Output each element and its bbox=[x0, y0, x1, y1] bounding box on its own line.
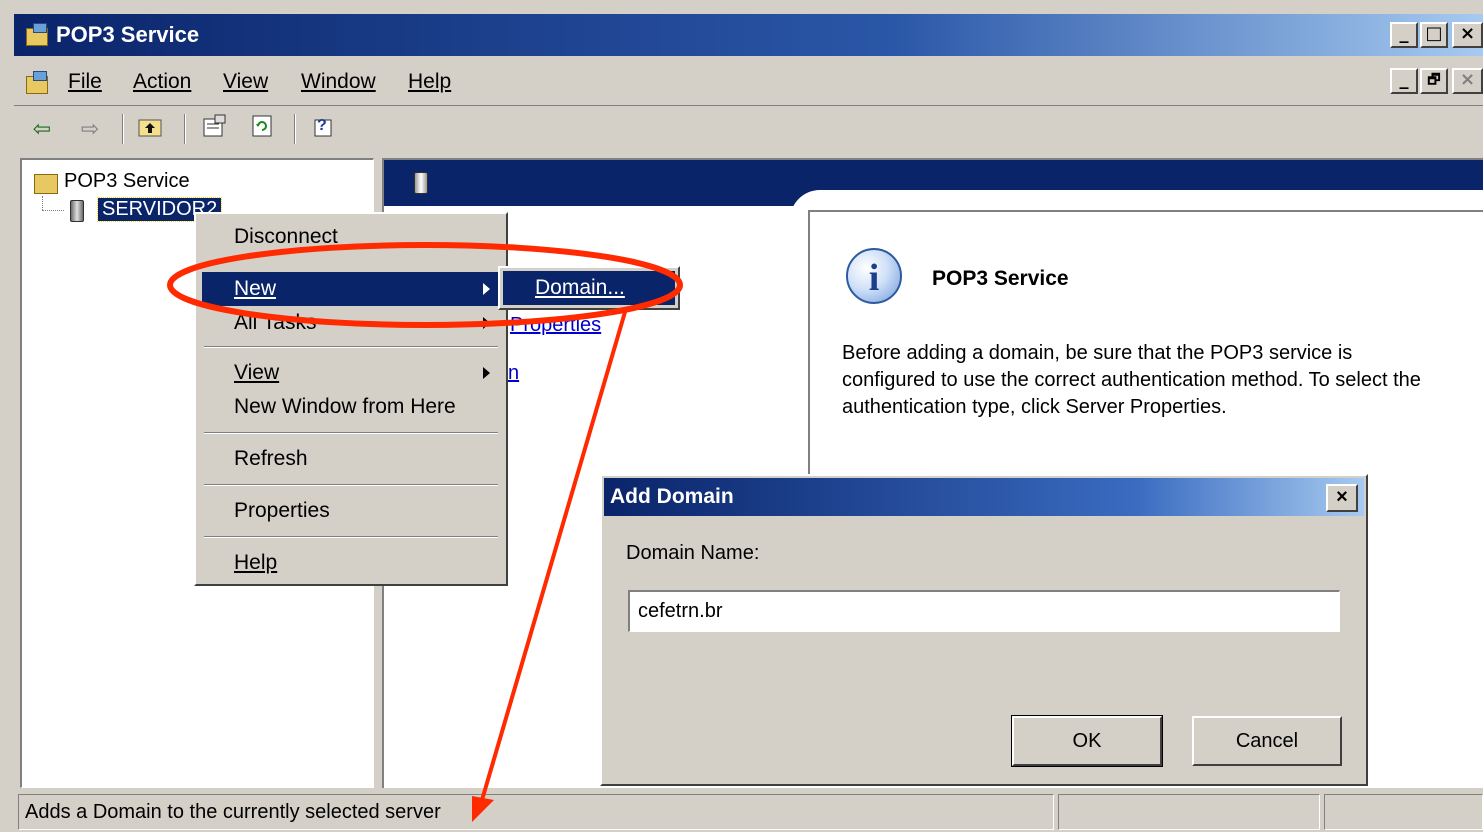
toolbar-separator bbox=[122, 114, 124, 144]
tree-line bbox=[42, 196, 43, 210]
dialog-titlebar[interactable]: Add Domain bbox=[604, 478, 1364, 516]
help-icon[interactable]: ? bbox=[306, 114, 338, 146]
menu-item-label: New Window from Here bbox=[234, 395, 456, 418]
minimize-button[interactable]: _ bbox=[1390, 22, 1418, 48]
child-minimize-button[interactable]: _ bbox=[1390, 68, 1418, 94]
context-menu: Disconnect New All Tasks View New Window… bbox=[194, 212, 508, 586]
menu-item-help[interactable]: Help bbox=[202, 546, 500, 580]
forward-icon[interactable]: ⇨ bbox=[74, 114, 106, 146]
back-icon[interactable]: ⇦ bbox=[26, 114, 58, 146]
up-folder-icon[interactable] bbox=[134, 114, 166, 146]
toolbar-separator bbox=[184, 114, 186, 144]
menu-action-label: Action bbox=[133, 70, 192, 93]
menu-item-label: All Tasks bbox=[234, 311, 317, 334]
menu-item-label: New bbox=[234, 277, 277, 300]
toolbar-separator bbox=[294, 114, 296, 144]
domain-name-input[interactable] bbox=[628, 590, 1340, 632]
svg-text:?: ? bbox=[317, 117, 327, 134]
child-restore-button[interactable]: 🗗 bbox=[1420, 68, 1448, 94]
menu-help[interactable]: Help bbox=[408, 70, 451, 94]
tree-line bbox=[42, 210, 64, 211]
menu-separator bbox=[204, 432, 498, 434]
menu-item-label: Properties bbox=[234, 499, 330, 522]
partial-link[interactable]: n bbox=[508, 362, 519, 385]
menu-file-label: File bbox=[68, 70, 102, 93]
submenu-arrow-icon bbox=[483, 367, 490, 379]
server-header-icon bbox=[414, 172, 428, 194]
menu-item-domain[interactable]: Domain... bbox=[503, 271, 675, 305]
window-titlebar[interactable]: POP3 Service _ □ × bbox=[14, 14, 1483, 56]
menu-item-label: Disconnect bbox=[234, 225, 338, 248]
pop3-root-icon bbox=[34, 174, 58, 194]
menu-item-label: View bbox=[234, 361, 280, 384]
cancel-button[interactable]: Cancel bbox=[1192, 716, 1342, 766]
pop3-app-icon bbox=[26, 23, 48, 46]
menu-file[interactable]: File bbox=[68, 70, 102, 94]
info-description: Before adding a domain, be sure that the… bbox=[842, 342, 1421, 418]
status-pane bbox=[1324, 794, 1483, 830]
toolbar: ⇦ ⇨ ? bbox=[14, 108, 1483, 152]
menu-item-refresh[interactable]: Refresh bbox=[202, 442, 500, 476]
submenu-arrow-icon bbox=[483, 283, 490, 295]
menu-separator bbox=[204, 484, 498, 486]
menu-item-label: Help bbox=[234, 551, 278, 574]
new-submenu: Domain... bbox=[498, 266, 680, 310]
info-icon: i bbox=[846, 248, 902, 304]
menu-view-label: View bbox=[223, 70, 269, 93]
window-title: POP3 Service bbox=[56, 22, 200, 47]
mmc-doc-icon[interactable] bbox=[26, 71, 48, 94]
server-properties-link[interactable]: Properties bbox=[510, 314, 601, 337]
domain-name-label: Domain Name: bbox=[626, 542, 760, 564]
menu-separator bbox=[204, 346, 498, 348]
tree-root-label[interactable]: POP3 Service bbox=[64, 170, 190, 193]
status-pane bbox=[1058, 794, 1320, 830]
close-button[interactable]: × bbox=[1452, 22, 1483, 48]
menu-item-label: Domain... bbox=[535, 276, 625, 299]
info-title: POP3 Service bbox=[932, 267, 1069, 290]
properties-icon[interactable] bbox=[198, 114, 230, 146]
menu-separator bbox=[204, 536, 498, 538]
menu-item-label: Refresh bbox=[234, 447, 308, 470]
menu-bar: File Action View Window Help _ 🗗 × bbox=[14, 60, 1483, 106]
menu-item-new-window[interactable]: New Window from Here bbox=[202, 390, 500, 424]
refresh-icon[interactable] bbox=[246, 114, 278, 146]
menu-view[interactable]: View bbox=[223, 70, 268, 94]
menu-item-new[interactable]: New bbox=[202, 272, 500, 306]
menu-action[interactable]: Action bbox=[133, 70, 191, 94]
child-close-button[interactable]: × bbox=[1452, 68, 1483, 94]
server-icon bbox=[70, 200, 84, 222]
menu-window[interactable]: Window bbox=[301, 70, 376, 94]
submenu-arrow-icon bbox=[483, 317, 490, 329]
ok-button[interactable]: OK bbox=[1011, 715, 1163, 767]
status-text: Adds a Domain to the currently selected … bbox=[18, 794, 1054, 830]
menu-item-disconnect[interactable]: Disconnect bbox=[202, 220, 500, 254]
dialog-close-button[interactable]: × bbox=[1326, 484, 1358, 512]
menu-item-all-tasks[interactable]: All Tasks bbox=[202, 306, 500, 340]
menu-item-view[interactable]: View bbox=[202, 356, 500, 390]
menu-item-properties[interactable]: Properties bbox=[202, 494, 500, 528]
menu-window-label: Window bbox=[301, 70, 376, 93]
dialog-title: Add Domain bbox=[610, 485, 734, 508]
menu-help-label: Help bbox=[408, 70, 452, 93]
maximize-button[interactable]: □ bbox=[1420, 22, 1448, 48]
status-bar: Adds a Domain to the currently selected … bbox=[14, 792, 1483, 832]
